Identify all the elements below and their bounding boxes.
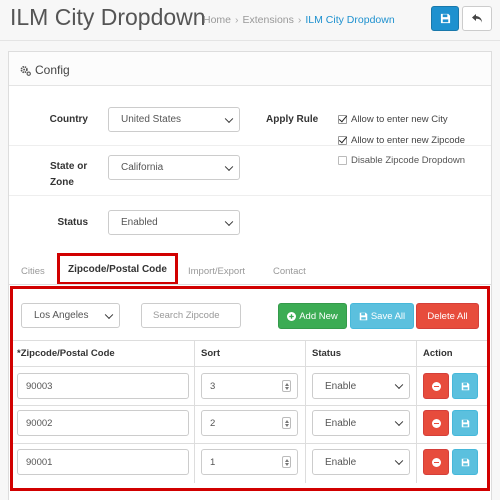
tab-cities[interactable]: Cities [21, 266, 45, 277]
chevron-down-icon [224, 217, 234, 226]
status-row-value: Enable [325, 417, 357, 429]
panel-heading [9, 52, 491, 86]
delete-row-button[interactable] [423, 373, 449, 399]
floppy-disk-icon [461, 382, 469, 390]
chevron-down-icon [394, 456, 404, 466]
status-label: Status [57, 217, 88, 228]
floppy-disk-icon [359, 312, 368, 320]
floppy-disk-icon [461, 419, 469, 427]
chevron-down-icon [224, 162, 234, 171]
breadcrumb-home[interactable]: Home [203, 14, 231, 26]
minus-circle-icon [431, 457, 441, 467]
status-row-select[interactable]: Enable [312, 373, 410, 399]
country-select-value: United States [121, 114, 182, 125]
chevron-down-icon [104, 310, 114, 319]
status-row-select[interactable]: Enable [312, 410, 410, 436]
spinner-icon[interactable] [282, 456, 291, 468]
status-select[interactable]: Enabled [108, 210, 240, 235]
minus-circle-icon [431, 418, 441, 428]
reply-arrow-icon [472, 14, 482, 23]
minus-circle-icon [431, 381, 441, 391]
save-all-label: Save All [370, 310, 406, 322]
save-all-button[interactable]: Save All [350, 303, 414, 329]
tab-import-export[interactable]: Import/Export [188, 266, 245, 277]
tab-zipcode[interactable]: Zipcode/Postal Code [57, 253, 178, 285]
breadcrumb-extensions[interactable]: Extensions [243, 14, 294, 26]
checkbox-checked[interactable] [338, 115, 347, 124]
rule-allow-new-city[interactable]: Allow to enter new City [338, 114, 448, 125]
state-select-value: California [121, 162, 164, 173]
delete-all-button[interactable]: Delete All [416, 303, 479, 329]
zipcode-input[interactable]: 90002 [17, 410, 189, 436]
rule-label: Disable Zipcode Dropdown [351, 155, 466, 166]
save-row-button[interactable] [452, 410, 478, 436]
apply-rule-label: Apply Rule [266, 114, 319, 125]
form-row-divider [9, 195, 491, 196]
status-row-select[interactable]: Enable [312, 449, 410, 475]
rule-allow-new-zipcode[interactable]: Allow to enter new Zipcode [338, 135, 465, 146]
breadcrumb-separator: › [297, 14, 302, 26]
plus-circle-icon [287, 311, 297, 321]
status-row-value: Enable [325, 380, 357, 392]
rule-label: Allow to enter new Zipcode [351, 135, 466, 146]
page-title: ILM City Dropdown [10, 4, 206, 30]
delete-row-button[interactable] [423, 410, 449, 436]
panel-title: Config [20, 63, 70, 77]
checkbox-unchecked[interactable] [338, 156, 347, 165]
status-select-value: Enabled [121, 217, 158, 228]
column-header-status: Status [312, 348, 342, 359]
column-header-action: Action [423, 348, 453, 359]
status-row-value: Enable [325, 456, 357, 468]
breadcrumb-current[interactable]: ILM City Dropdown [305, 14, 394, 26]
sort-input[interactable]: 3 [201, 373, 298, 399]
column-header-zipcode: *Zipcode/Postal Code [17, 348, 115, 359]
column-header-sort: Sort [201, 348, 220, 359]
add-new-button[interactable]: Add New [278, 303, 347, 329]
delete-row-button[interactable] [423, 449, 449, 475]
sort-input[interactable]: 1 [201, 449, 298, 475]
breadcrumb: Home › Extensions › ILM City Dropdown [203, 14, 395, 26]
search-zipcode-input[interactable] [141, 303, 241, 328]
zipcode-input[interactable]: 90003 [17, 373, 189, 399]
state-label-line1: State or [50, 161, 88, 172]
rule-disable-zipcode-dropdown[interactable]: Disable Zipcode Dropdown [338, 155, 465, 166]
table-col-divider [194, 340, 195, 483]
spinner-icon[interactable] [282, 417, 291, 429]
chevron-down-icon [224, 114, 234, 123]
state-select[interactable]: California [108, 155, 240, 180]
tab-divider [9, 284, 491, 285]
floppy-disk-icon [461, 458, 469, 466]
floppy-disk-icon [440, 13, 450, 24]
header-divider [0, 40, 500, 41]
sort-input[interactable]: 2 [201, 410, 298, 436]
delete-all-label: Delete All [427, 310, 468, 322]
rule-label: Allow to enter new City [351, 114, 448, 125]
chevron-down-icon [394, 417, 404, 427]
sort-value: 1 [210, 456, 216, 468]
spinner-icon[interactable] [282, 380, 291, 392]
breadcrumb-separator: › [235, 14, 239, 26]
state-label-line2: Zone [50, 177, 74, 188]
cogs-icon [20, 65, 31, 76]
save-button[interactable] [431, 6, 459, 31]
sort-value: 3 [210, 380, 216, 392]
save-row-button[interactable] [452, 373, 478, 399]
state-label: State or Zone [50, 161, 87, 188]
country-select[interactable]: United States [108, 107, 240, 132]
city-filter-select[interactable]: Los Angeles [21, 303, 120, 328]
city-filter-value: Los Angeles [34, 310, 89, 321]
chevron-down-icon [394, 380, 404, 390]
save-row-button[interactable] [452, 449, 478, 475]
tab-contact[interactable]: Contact [273, 266, 306, 277]
sort-value: 2 [210, 417, 216, 429]
checkbox-checked[interactable] [338, 136, 347, 145]
country-label: Country [49, 114, 88, 125]
zipcode-input[interactable]: 90001 [17, 449, 189, 475]
table-col-divider [416, 340, 417, 483]
panel-title-text: Config [35, 63, 70, 77]
back-button[interactable] [462, 6, 492, 31]
table-col-divider [305, 340, 306, 483]
add-new-label: Add New [299, 310, 338, 322]
